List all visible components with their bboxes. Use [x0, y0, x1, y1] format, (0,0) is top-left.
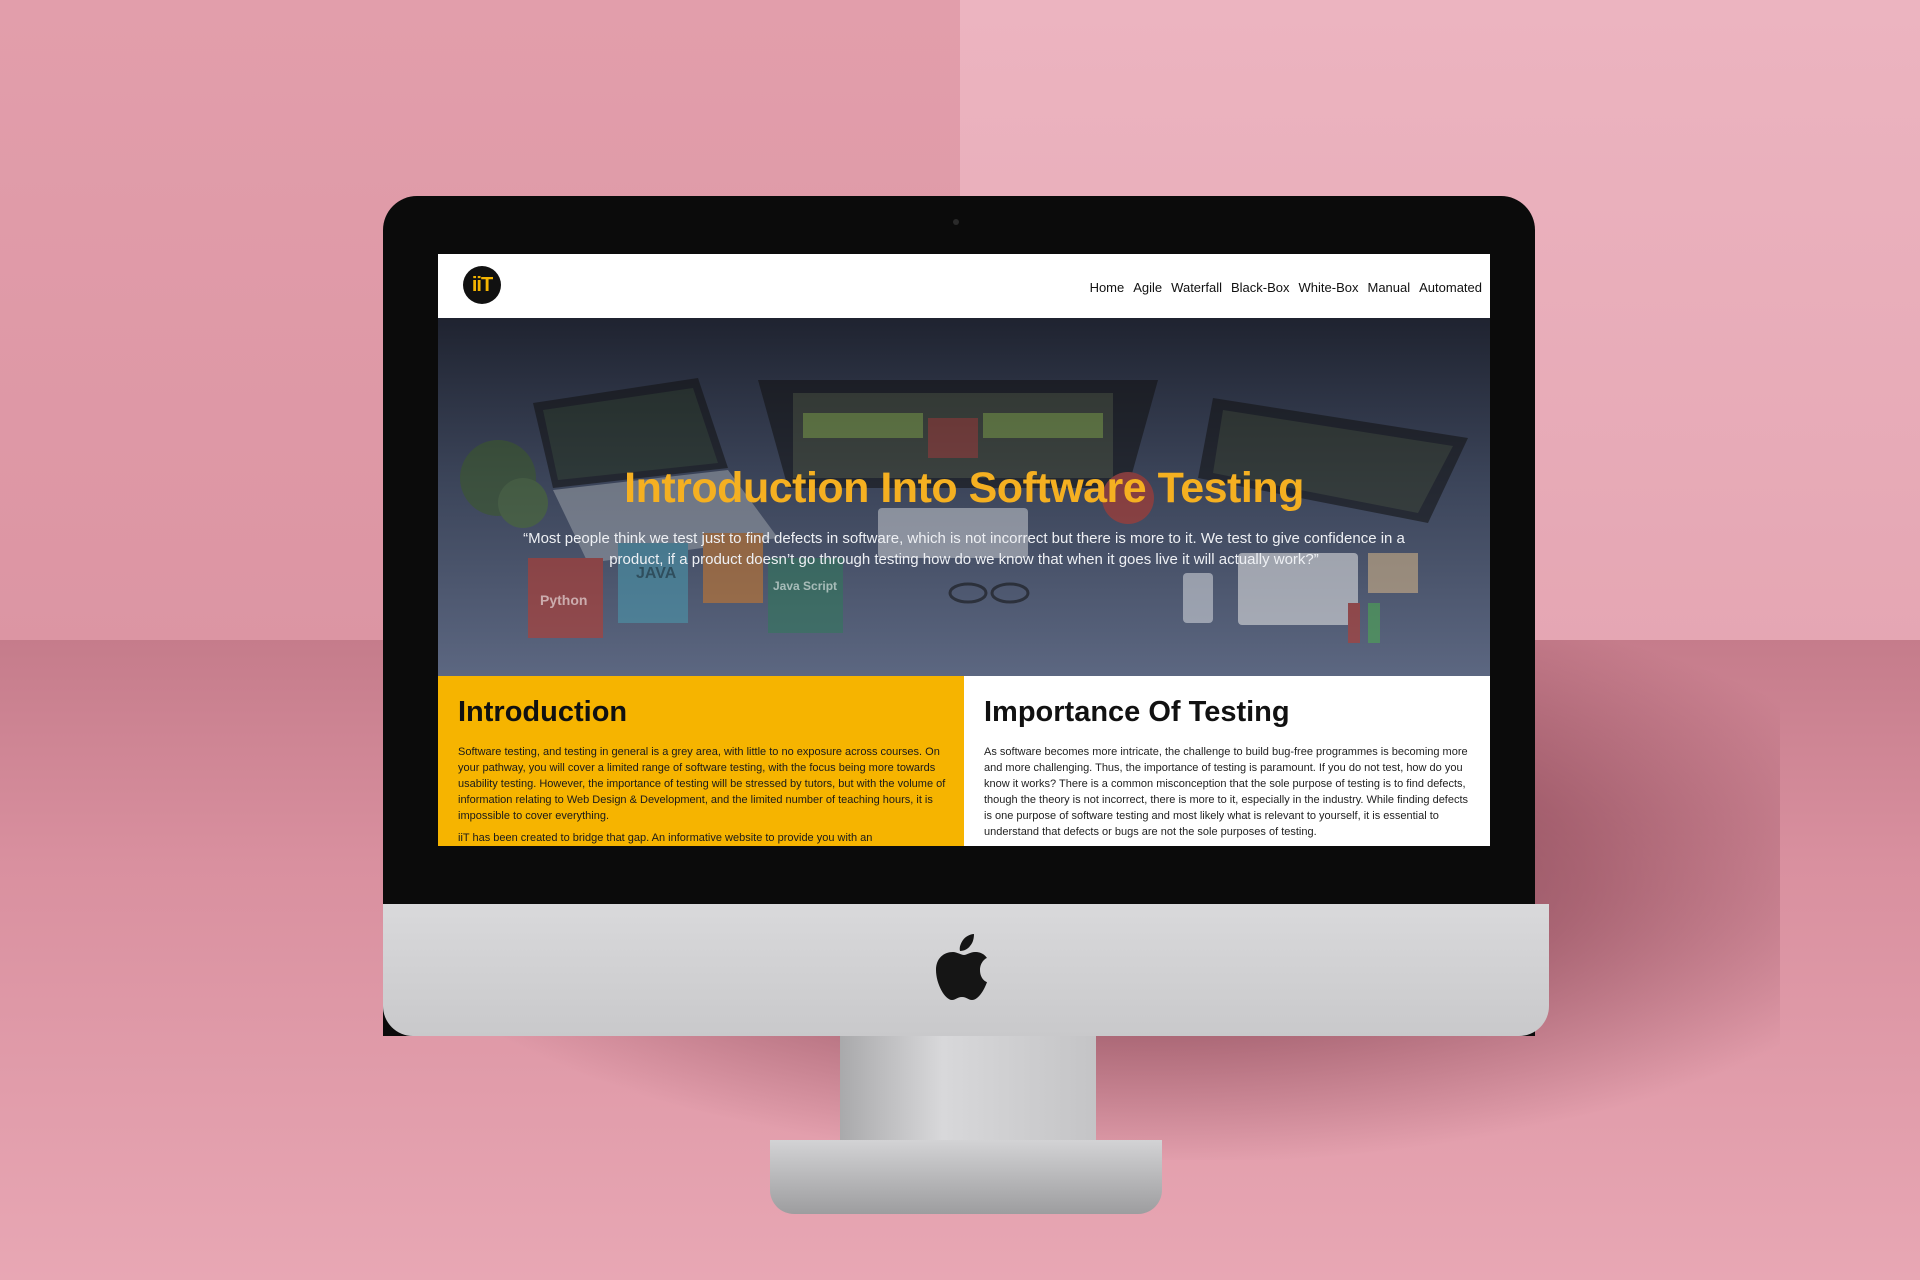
imac-stand	[840, 1036, 1096, 1146]
book-label-javascript: Java Script	[773, 579, 837, 593]
nav-waterfall[interactable]: Waterfall	[1171, 280, 1222, 295]
hero-title: Introduction Into Software Testing	[624, 464, 1304, 512]
importance-paragraph-1: As software becomes more intricate, the …	[984, 746, 1469, 838]
nav-automated[interactable]: Automated	[1419, 280, 1482, 295]
nav-white-box[interactable]: White-Box	[1299, 280, 1359, 295]
introduction-paragraph-1: Software testing, and testing in general…	[458, 746, 946, 822]
introduction-heading: Introduction	[458, 696, 628, 728]
hero-banner: Python JAVA Java Script Introduction Int…	[438, 318, 1490, 676]
navbar: iiT Home Agile Waterfall Black-Box White…	[438, 254, 1490, 318]
nav-manual[interactable]: Manual	[1367, 280, 1410, 295]
screen: iiT Home Agile Waterfall Black-Box White…	[438, 254, 1490, 846]
nav-links: Home Agile Waterfall Black-Box White-Box…	[1090, 280, 1482, 295]
nav-home[interactable]: Home	[1090, 280, 1125, 295]
introduction-text: Software testing, and testing in general…	[458, 744, 948, 846]
book-label-python: Python	[540, 592, 587, 608]
camera-dot	[953, 219, 959, 225]
hero-quote: “Most people think we test just to find …	[523, 530, 1405, 568]
site-logo[interactable]: iiT	[463, 266, 501, 304]
introduction-paragraph-2: iiT has been created to bridge that gap.…	[458, 832, 873, 844]
importance-text: As software becomes more intricate, the …	[984, 744, 1474, 846]
nav-black-box[interactable]: Black-Box	[1231, 280, 1290, 295]
apple-logo-icon	[936, 934, 987, 1000]
importance-section: Importance Of Testing As software become…	[964, 676, 1490, 846]
nav-agile[interactable]: Agile	[1133, 280, 1162, 295]
imac-stand-base	[770, 1140, 1162, 1214]
introduction-section: Introduction Software testing, and testi…	[438, 676, 964, 846]
importance-heading: Importance Of Testing	[984, 696, 1290, 728]
